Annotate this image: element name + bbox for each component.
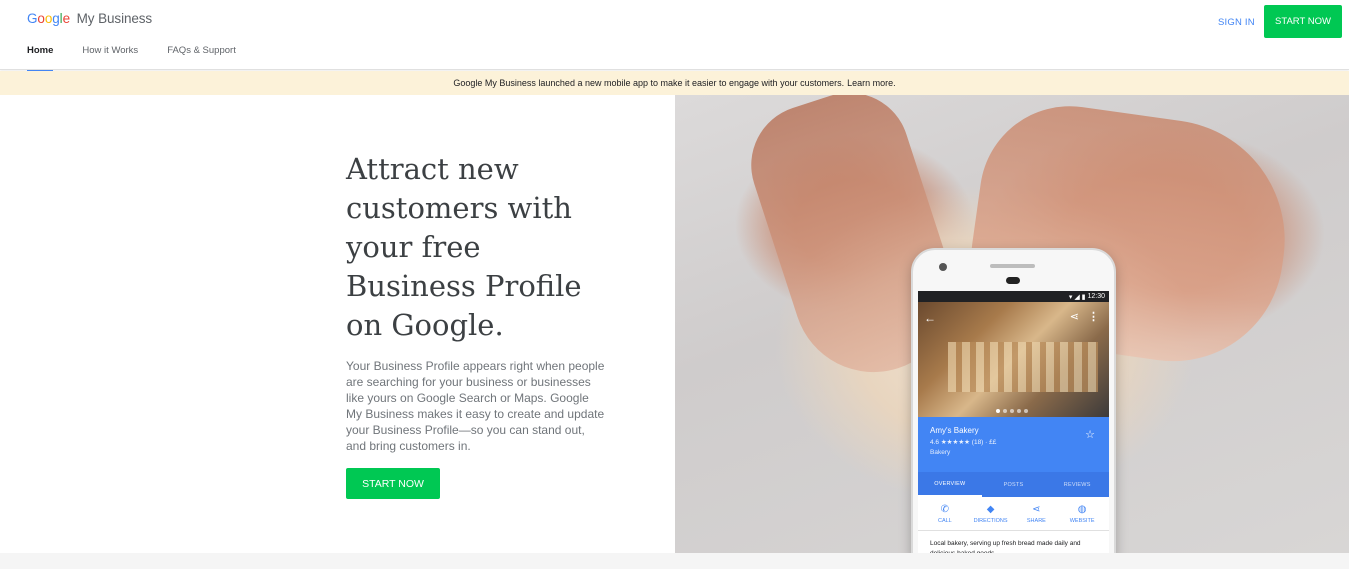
- share-icon: ⋖: [1032, 504, 1041, 515]
- sign-in-link[interactable]: SIGN IN: [1218, 17, 1255, 28]
- business-name: Amy's Bakery: [930, 426, 979, 435]
- main-nav: Home How it Works FAQs & Support: [27, 45, 265, 72]
- carousel-dot: [996, 409, 1000, 413]
- carousel-dot: [1010, 409, 1014, 413]
- phone-camera: [939, 263, 947, 271]
- footer-strip: [0, 553, 1349, 569]
- bread-shelf: [948, 342, 1098, 392]
- phone-status-bar: ▾ ◢ ▮ 12:30: [918, 291, 1109, 302]
- hero-title: Attract new customers with your free Bus…: [346, 152, 582, 342]
- more-vert-icon: ⋮: [1088, 311, 1099, 323]
- share-icon: ⋖: [1069, 311, 1079, 323]
- tab-posts: POSTS: [1003, 481, 1024, 488]
- action-website: ◍ WEBSITE: [1059, 504, 1105, 524]
- business-description: Local bakery, serving up fresh bread mad…: [930, 540, 1081, 553]
- status-time: 12:30: [1087, 293, 1105, 300]
- phone-sensor: [1006, 277, 1020, 284]
- tab-reviews: REVIEWS: [1063, 481, 1091, 488]
- logo-letter: G: [27, 11, 38, 26]
- logo-product-name: My Business: [76, 11, 153, 26]
- business-rating: 4.6 ★★★★★ (18) · ££: [930, 439, 997, 446]
- business-info-card: Amy's Bakery 4.6 ★★★★★ (18) · ££ Bakery …: [918, 417, 1109, 472]
- action-label: SHARE: [1026, 518, 1046, 524]
- action-directions: ◆ DIRECTIONS: [968, 504, 1014, 524]
- tab-overview: OVERVIEW: [918, 472, 982, 497]
- carousel-dot: [1003, 409, 1007, 413]
- nav-item-faqs-support[interactable]: FAQs & Support: [167, 45, 236, 72]
- business-actions: ✆ CALL ◆ DIRECTIONS ⋖ SHARE ◍ WEBSITE: [918, 497, 1109, 531]
- action-label: DIRECTIONS: [973, 518, 1008, 524]
- announcement-banner: Google My Business launched a new mobile…: [0, 71, 1349, 95]
- status-icons: ▾ ◢ ▮: [1068, 293, 1088, 301]
- carousel-dot: [1024, 409, 1028, 413]
- action-label: CALL: [937, 518, 952, 524]
- logo-letter: e: [62, 11, 71, 26]
- business-category: Bakery: [930, 449, 951, 456]
- learn-more-link[interactable]: Learn more.: [847, 78, 896, 88]
- phone-screen: ▾ ◢ ▮ 12:30 ← ⋖ ⋮ Amy's Bakery 4.6 ★★★★★: [918, 291, 1109, 553]
- carousel-dots: [996, 409, 1028, 413]
- business-tabs: OVERVIEW POSTS REVIEWS: [918, 472, 1109, 497]
- action-share: ⋖ SHARE: [1014, 504, 1060, 524]
- logo-letter: o: [37, 11, 45, 26]
- nav-item-how-it-works[interactable]: How it Works: [82, 45, 138, 72]
- phone-icon: ✆: [940, 504, 950, 515]
- logo-letter: g: [52, 11, 60, 26]
- phone-speaker: [990, 264, 1035, 268]
- google-my-business-logo[interactable]: Google My Business: [27, 11, 152, 26]
- bakery-photo: ← ⋖ ⋮: [918, 302, 1109, 417]
- start-now-header-button[interactable]: START NOW: [1264, 5, 1342, 38]
- hero-description: Your Business Profile appears right when…: [346, 359, 605, 453]
- hero-image-hands-kneading-dough: ▾ ◢ ▮ 12:30 ← ⋖ ⋮ Amy's Bakery 4.6 ★★★★★: [675, 95, 1349, 553]
- google-wordmark: Google: [27, 11, 74, 26]
- star-outline-icon: ☆: [1085, 429, 1095, 441]
- phone-mockup: ▾ ◢ ▮ 12:30 ← ⋖ ⋮ Amy's Bakery 4.6 ★★★★★: [911, 248, 1116, 553]
- globe-icon: ◍: [1077, 504, 1087, 515]
- banner-text: Google My Business launched a new mobile…: [453, 78, 845, 88]
- nav-item-home[interactable]: Home: [27, 45, 54, 72]
- start-now-button[interactable]: START NOW: [346, 468, 440, 499]
- site-header: Google My Business Home How it Works FAQ…: [0, 0, 1349, 72]
- action-label: WEBSITE: [1069, 518, 1095, 524]
- carousel-dot: [1017, 409, 1021, 413]
- directions-icon: ◆: [986, 504, 995, 515]
- back-arrow-icon: ←: [924, 311, 936, 325]
- action-call: ✆ CALL: [922, 504, 968, 524]
